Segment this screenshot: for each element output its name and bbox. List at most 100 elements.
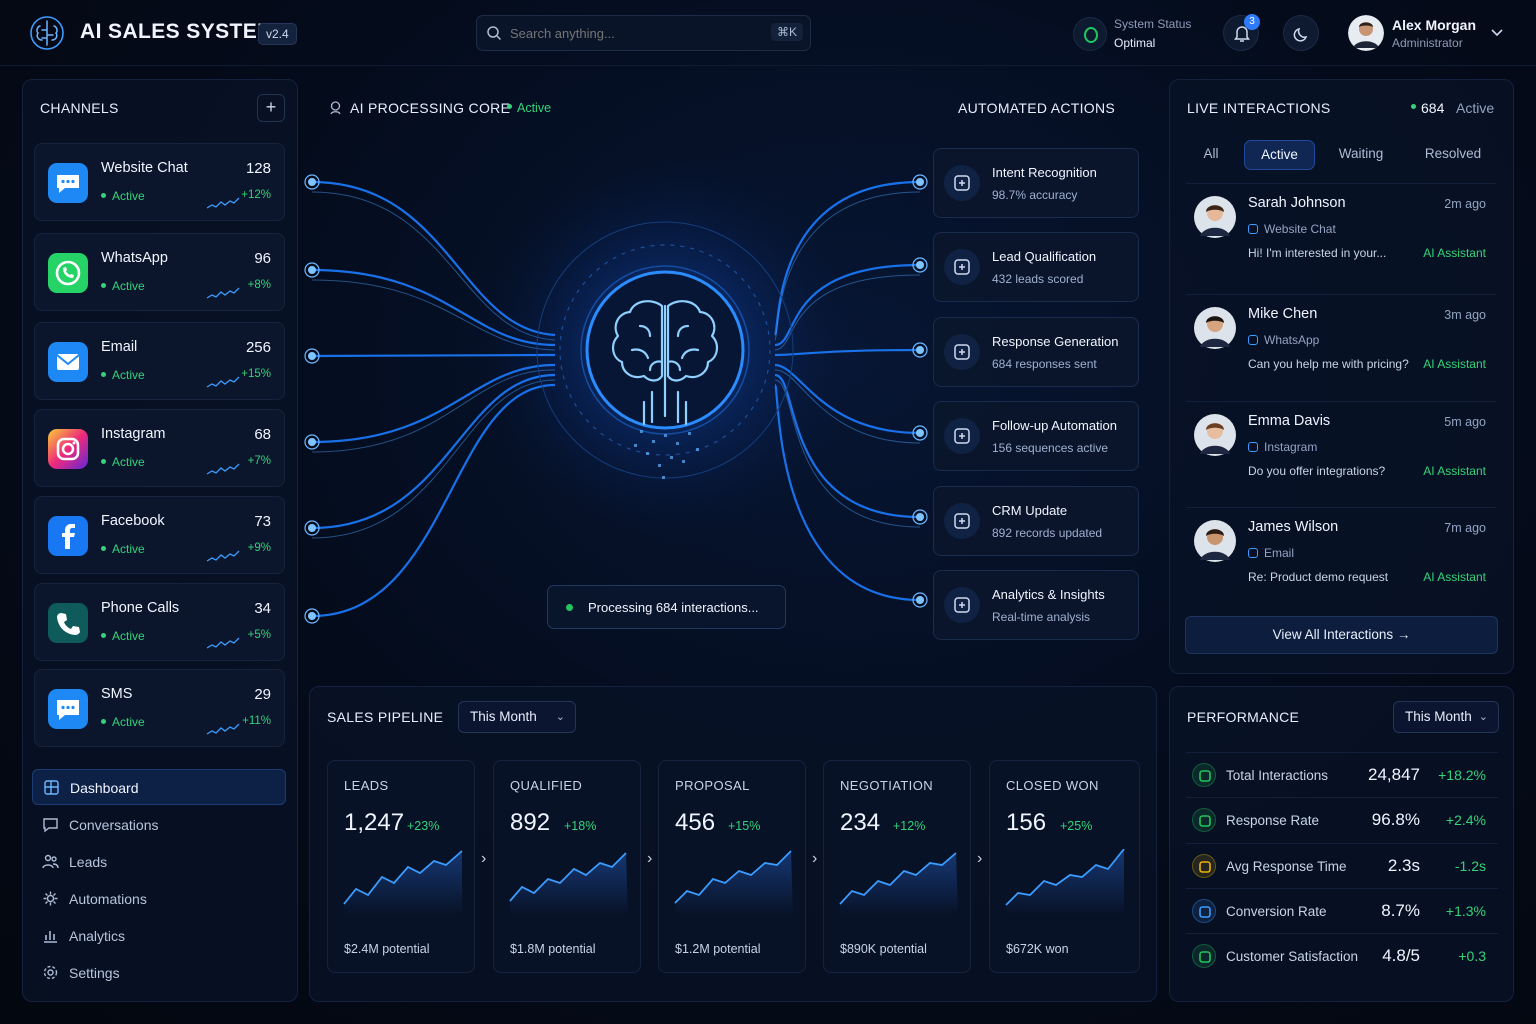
- action-subtitle: 432 leads scored: [992, 272, 1084, 286]
- interaction-time: 7m ago: [1444, 521, 1486, 535]
- stage-footer: $2.4M potential: [344, 942, 430, 956]
- channel-card[interactable]: Facebook Active 73 +9%: [34, 496, 285, 574]
- chevron-down-icon[interactable]: [1490, 28, 1504, 38]
- action-card[interactable]: Lead Qualification 432 leads scored: [933, 232, 1139, 302]
- follow-up-icon: [944, 418, 980, 454]
- performance-period-dropdown[interactable]: This Month ⌄: [1393, 701, 1499, 733]
- interaction-channel: Email: [1248, 546, 1294, 560]
- stage-value: 1,247: [344, 809, 405, 836]
- interaction-item[interactable]: Emma Davis 5m ago Instagram Do you offer in…: [1186, 401, 1496, 501]
- channel-card[interactable]: SMS Active 29 +11%: [34, 669, 285, 747]
- action-title: Response Generation: [992, 334, 1119, 349]
- ai-core-icon: [330, 101, 341, 115]
- interaction-preview: Hi! I'm interested in your...: [1248, 246, 1387, 260]
- action-card[interactable]: Follow-up Automation 156 sequences active: [933, 401, 1139, 471]
- interaction-handler: AI Assistant: [1423, 464, 1486, 478]
- sidebar-item-conversations[interactable]: Conversations: [32, 807, 286, 843]
- system-status-indicator: [1073, 17, 1107, 51]
- dashboard-icon: [43, 779, 60, 796]
- analytics-icon: [42, 927, 59, 944]
- theme-toggle-button[interactable]: [1283, 15, 1319, 51]
- tab-resolved[interactable]: Resolved: [1406, 140, 1500, 170]
- performance-change: -1.2s: [1454, 858, 1486, 874]
- action-title: Lead Qualification: [992, 249, 1097, 264]
- sidebar-item-dashboard[interactable]: Dashboard: [32, 769, 286, 805]
- channel-count: 256: [245, 339, 271, 356]
- ai-core-status: Active: [517, 101, 552, 115]
- leads-icon: [42, 853, 59, 870]
- add-channel-button[interactable]: +: [257, 94, 285, 122]
- processing-dot: [566, 604, 573, 611]
- user-avatar[interactable]: [1348, 15, 1384, 51]
- channel-change: +9%: [247, 542, 271, 554]
- star-icon: [1192, 944, 1216, 968]
- channel-count: 128: [245, 160, 271, 177]
- tab-active[interactable]: Active: [1244, 140, 1315, 170]
- system-status-label: System Status: [1114, 17, 1192, 31]
- performance-value: 2.3s: [1387, 856, 1420, 875]
- performance-value: 96.8%: [1371, 810, 1420, 829]
- channel-name: SMS: [101, 686, 133, 702]
- pipeline-stage-qualified[interactable]: QUALIFIED 892 +18% $1.8M potential: [493, 760, 641, 973]
- channel-status: Active: [101, 455, 145, 469]
- pipeline-stage-proposal[interactable]: PROPOSAL 456 +15% $1.2M potential: [658, 760, 806, 973]
- channel-card[interactable]: Instagram Active 68 +7%: [34, 409, 285, 487]
- action-subtitle: 684 responses sent: [992, 357, 1097, 371]
- channel-count: 73: [254, 513, 271, 530]
- pipeline-stage-negotiation[interactable]: NEGOTIATION 234 +12% $890K potential: [823, 760, 971, 973]
- sidebar-item-analytics[interactable]: Analytics: [32, 918, 286, 954]
- action-title: Follow-up Automation: [992, 418, 1118, 433]
- stage-label: CLOSED WON: [1006, 778, 1099, 793]
- channel-card[interactable]: Website Chat Active 128 +12%: [34, 143, 285, 221]
- interaction-preview: Can you help me with pricing?: [1248, 357, 1409, 371]
- live-count: 684: [1421, 100, 1445, 116]
- channel-status: Active: [101, 629, 145, 643]
- phone-icon: [48, 603, 88, 643]
- sidebar-item-settings[interactable]: Settings: [32, 955, 286, 991]
- stage-change: +15%: [728, 819, 761, 833]
- action-card[interactable]: Response Generation 684 responses sent: [933, 317, 1139, 387]
- automations-icon: [42, 890, 59, 907]
- instagram-icon: [48, 429, 88, 469]
- performance-value: 8.7%: [1381, 901, 1420, 920]
- version-badge: v2.4: [258, 23, 297, 45]
- performance-label: Avg Response Time: [1226, 859, 1347, 874]
- pipeline-stage-closed-won[interactable]: CLOSED WON 156 +25% $672K won: [989, 760, 1140, 973]
- channel-card[interactable]: WhatsApp Active 96 +8%: [34, 233, 285, 311]
- performance-label: Response Rate: [1226, 813, 1320, 828]
- channel-name: Phone Calls: [101, 600, 180, 616]
- conversations-icon: [42, 816, 59, 833]
- tab-waiting[interactable]: Waiting: [1320, 140, 1402, 170]
- action-card[interactable]: CRM Update 892 records updated: [933, 486, 1139, 556]
- search-input[interactable]: [510, 26, 750, 41]
- channel-status: Active: [101, 189, 145, 203]
- interaction-name: James Wilson: [1248, 519, 1339, 535]
- interaction-item[interactable]: Mike Chen 3m ago WhatsApp Can you help me w…: [1186, 294, 1496, 394]
- sidebar-item-leads[interactable]: Leads: [32, 844, 286, 880]
- sidebar-item-automations[interactable]: Automations: [32, 881, 286, 917]
- tab-all[interactable]: All: [1188, 140, 1234, 170]
- stage-label: LEADS: [344, 778, 389, 793]
- interaction-item[interactable]: James Wilson 7m ago Email Re: Product demo …: [1186, 507, 1496, 607]
- channel-card[interactable]: Email Active 256 +15%: [34, 322, 285, 400]
- sidebar-item-label: Leads: [69, 854, 108, 870]
- avatar: [1194, 520, 1236, 562]
- interaction-item[interactable]: Sarah Johnson 2m ago Website Chat Hi! I'm i…: [1186, 183, 1496, 283]
- crm-icon: [944, 503, 980, 539]
- action-card[interactable]: Analytics & Insights Real-time analysis: [933, 570, 1139, 640]
- view-all-interactions-button[interactable]: View All Interactions →: [1185, 616, 1498, 654]
- pipeline-stage-leads[interactable]: LEADS 1,247 +23% $2.4M potential: [327, 760, 475, 973]
- channel-icon: [1248, 335, 1258, 345]
- channel-sparkline: [206, 547, 240, 563]
- channel-change: +8%: [247, 279, 271, 291]
- interaction-preview: Re: Product demo request: [1248, 570, 1389, 584]
- interaction-name: Mike Chen: [1248, 306, 1318, 322]
- pipeline-period-dropdown[interactable]: This Month ⌄: [458, 701, 576, 733]
- action-card[interactable]: Intent Recognition 98.7% accuracy: [933, 148, 1139, 218]
- stage-value: 892: [510, 809, 551, 836]
- stage-sparkline: [838, 849, 960, 915]
- performance-label: Total Interactions: [1226, 768, 1329, 783]
- channel-name: Facebook: [101, 513, 165, 529]
- channel-card[interactable]: Phone Calls Active 34 +5%: [34, 583, 285, 661]
- action-title: Intent Recognition: [992, 165, 1097, 180]
